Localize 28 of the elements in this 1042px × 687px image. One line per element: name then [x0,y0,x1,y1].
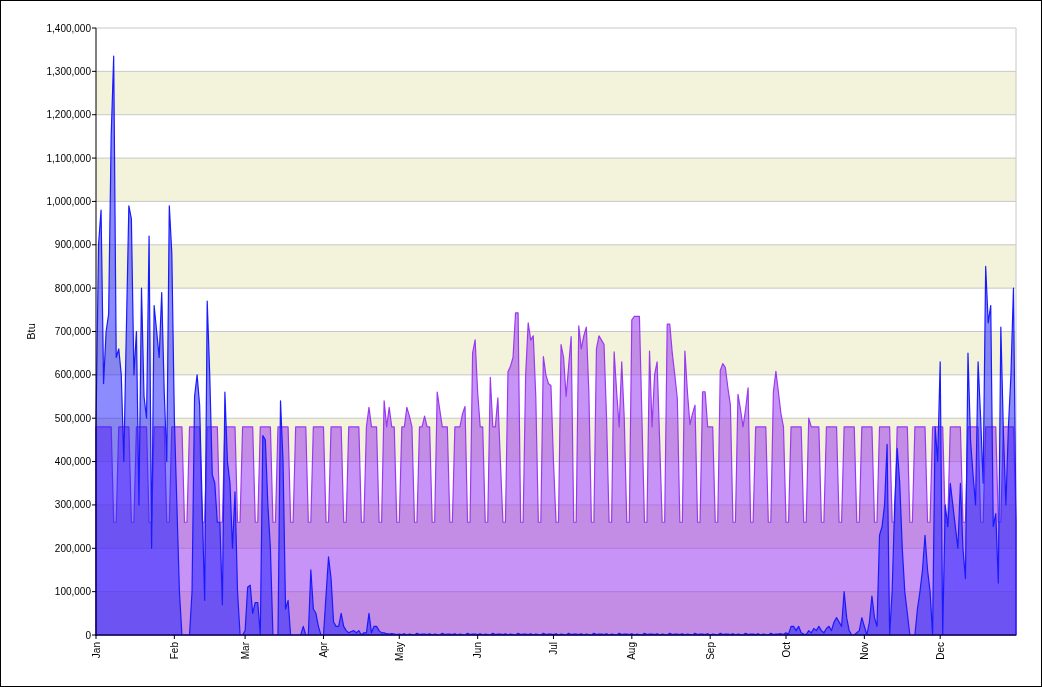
y-tick-label: 200,000 [54,542,91,554]
x-tick-label: Dec [934,642,946,660]
y-tick-label: 0 [85,629,91,641]
y-tick-label: 1,400,000 [46,22,91,34]
x-tick-label: Jun [472,642,484,659]
y-tick-label: 1,100,000 [46,152,91,164]
x-tick-label: Jan [90,642,102,659]
y-tick-label: 500,000 [54,412,91,424]
x-tick-label: Nov [858,642,870,660]
y-tick-label: 1,300,000 [46,65,91,77]
y-tick-label: 700,000 [54,326,91,337]
x-tick-label: May [393,642,405,661]
x-tick-label: Aug [626,642,638,660]
y-tick-label: 300,000 [54,499,91,511]
x-tick-label: Apr [317,642,329,658]
x-tick-label: Feb [168,642,180,660]
x-tick-label: Sep [704,642,716,660]
y-tick-label: 400,000 [54,456,91,468]
x-tick-label: Mar [239,642,251,660]
y-tick-label: 800,000 [54,282,91,294]
y-tick-label: 100,000 [54,586,91,598]
y-tick-label: 1,200,000 [46,109,91,121]
x-tick-label: Jul [547,642,559,655]
axis-title: Btu [25,323,37,340]
y-tick-label: 600,000 [54,369,91,381]
y-tick-label: 900,000 [54,239,91,251]
y-tick-label: 1,000,000 [46,195,91,207]
x-tick-label: Oct [780,642,792,658]
